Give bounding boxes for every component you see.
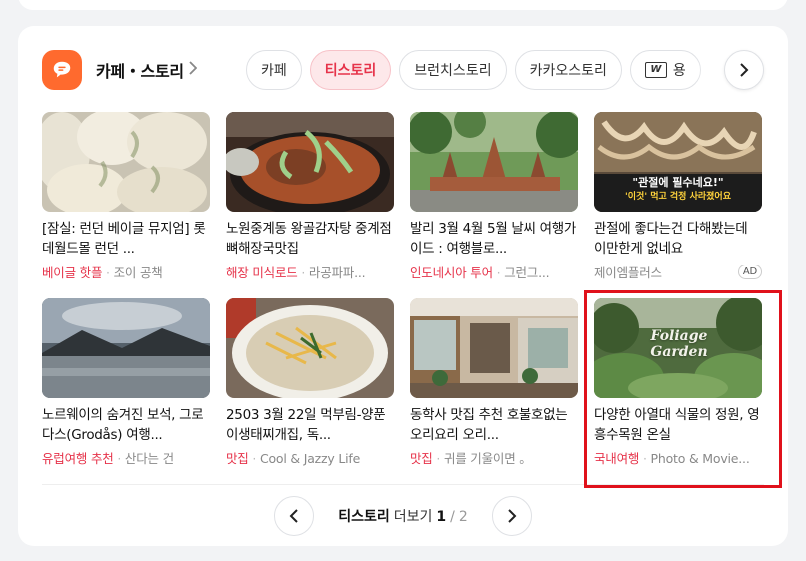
post-title: 노원중계동 왕골감자탕 중계점 뼈해장국맛집 (226, 221, 392, 257)
post-title: 2503 3월 22일 먹부림-양푼이생태찌개집, 독... (226, 407, 386, 443)
post-card[interactable]: 2503 3월 22일 먹부림-양푼이생태찌개집, 독... 맛집 · Cool… (226, 298, 394, 467)
chip-kakao-story[interactable]: 카카오스토리 (514, 50, 622, 90)
post-meta: 맛집 · Cool & Jazzy Life (226, 451, 361, 466)
post-meta: 인도네시아 투어 · 그런그... (410, 265, 550, 280)
norway-lake-photo (42, 298, 210, 398)
post-card[interactable]: [잠실: 런던 베이글 뮤지엄] 롯데월드몰 런던 ... 베이글 핫플 · 조… (42, 112, 210, 281)
pager-current: 1 (436, 509, 447, 525)
post-source: Cool & Jazzy Life (259, 451, 361, 466)
chip-cafe[interactable]: 카페 (246, 50, 302, 90)
chevron-right-icon (508, 509, 517, 523)
post-card[interactable]: 노원중계동 왕골감자탕 중계점 뼈해장국맛집 해장 미식로드 · 라공파파... (226, 112, 394, 281)
post-title: 노르웨이의 숨겨진 보석, 그로다스(Grodås) 여행... (42, 407, 204, 443)
post-source: 산다는 건 (124, 451, 174, 466)
post-title: 발리 3월 4월 5월 날씨 여행가이드 : 여행블로... (410, 221, 577, 257)
pager-service: 티스토리 (338, 509, 390, 525)
selection-highlight (584, 290, 782, 488)
chevron-right-icon (188, 61, 198, 79)
post-source: 제이엠플러스 (594, 265, 662, 280)
pager: 티스토리 더보기 1 / 2 (18, 496, 788, 536)
ad-caption: "관절에 필수네요!" '이것' 먹고 걱정 사라졌어요 (625, 176, 731, 202)
post-tag[interactable]: 맛집 (410, 451, 433, 466)
bagel-photo (42, 112, 210, 212)
post-card[interactable]: 동학사 맛집 추천 호불호없는 오리요리 오리... 맛집 · 귀를 기울이면 … (410, 298, 578, 467)
post-source: 라공파파... (308, 265, 366, 280)
pager-separator: / (450, 509, 455, 525)
post-title: [잠실: 런던 베이글 뮤지엄] 롯데월드몰 런던 ... (42, 221, 206, 257)
joint-supplement-ad-photo: "관절에 필수네요!" '이것' 먹고 걱정 사라졌어요 (594, 112, 762, 212)
post-title: 동학사 맛집 추천 호불호없는 오리요리 오리... (410, 407, 568, 443)
post-tag[interactable]: 인도네시아 투어 (410, 265, 493, 280)
section-title: 카페・스토리 (96, 62, 184, 81)
post-title: 관절에 좋다는건 다해봤는데 이만한게 없네요 (594, 221, 748, 257)
noodle-soup-photo (226, 298, 394, 398)
previous-section-card (18, 0, 788, 10)
chip-tistory[interactable]: 티스토리 (309, 50, 392, 90)
post-meta: 제이엠플러스 AD (594, 265, 762, 281)
post-card[interactable]: 발리 3월 4월 5월 날씨 여행가이드 : 여행블로... 인도네시아 투어 … (410, 112, 578, 281)
ad-badge: AD (737, 265, 762, 279)
post-tag[interactable]: 베이글 핫플 (42, 265, 102, 280)
post-source: 조이 공책 (113, 265, 163, 280)
filter-chips: 카페 티스토리 브런치스토리 카카오스토리 W용 (246, 50, 766, 90)
post-card[interactable]: 노르웨이의 숨겨진 보석, 그로다스(Grodås) 여행... 유럽여행 추천… (42, 298, 210, 467)
pager-more: 더보기 (393, 509, 433, 525)
post-meta: 해장 미식로드 · 라공파파... (226, 265, 366, 280)
chip-brunch-story[interactable]: 브런치스토리 (399, 50, 507, 90)
post-tag[interactable]: 맛집 (226, 451, 249, 466)
pager-label[interactable]: 티스토리 더보기 1 / 2 (338, 506, 468, 526)
bali-temple-photo (410, 112, 578, 212)
post-source: 귀를 기울이면 。 (443, 451, 532, 466)
post-meta: 베이글 핫플 · 조이 공책 (42, 265, 163, 280)
chat-bubble-icon (42, 50, 82, 90)
section-header[interactable]: 카페・스토리 (42, 50, 198, 90)
restaurant-interior-photo (410, 298, 578, 398)
post-source: 그런그... (504, 265, 550, 280)
webzine-icon: W (644, 62, 667, 78)
post-meta: 맛집 · 귀를 기울이면 。 (410, 451, 532, 466)
chevron-left-icon (289, 509, 298, 523)
prev-page-button[interactable] (274, 496, 315, 536)
next-page-button[interactable] (491, 496, 532, 536)
post-tag[interactable]: 유럽여행 추천 (42, 451, 114, 466)
pork-bone-stew-photo (226, 112, 394, 212)
post-meta: 유럽여행 추천 · 산다는 건 (42, 451, 174, 466)
chip-webzine[interactable]: W용 (629, 50, 701, 90)
pager-total: 2 (458, 509, 468, 525)
post-card-ad[interactable]: "관절에 필수네요!" '이것' 먹고 걱정 사라졌어요 관절에 좋다는건 다해… (594, 112, 762, 281)
post-tag[interactable]: 해장 미식로드 (226, 265, 298, 280)
chips-next-button[interactable] (724, 50, 764, 90)
chevron-right-icon (740, 63, 749, 77)
